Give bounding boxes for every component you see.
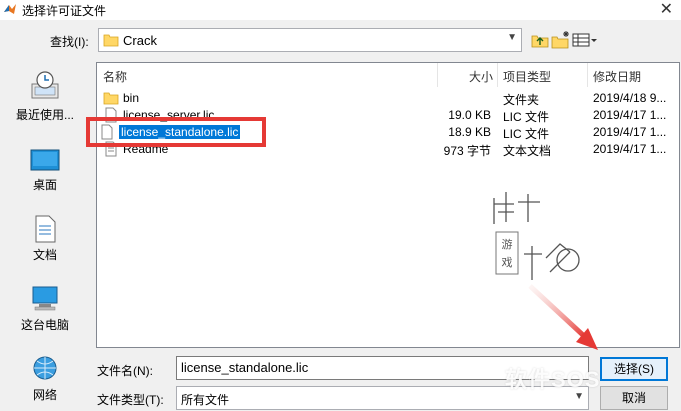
place-label: 文档 — [32, 248, 57, 262]
place-label: 最近使用... — [15, 108, 74, 122]
computer-icon — [32, 286, 58, 311]
watermark-logo: 游 戏 — [493, 192, 580, 280]
column-divider — [587, 63, 588, 87]
network-icon — [33, 356, 57, 380]
file-type: LIC 文件 — [503, 110, 550, 124]
lookin-label: 查找(I): — [50, 35, 89, 49]
site-watermark: 软件SOS — [505, 367, 601, 392]
view-menu-icon[interactable] — [572, 30, 598, 50]
column-divider — [437, 63, 438, 87]
file-size: 973 字节 — [443, 144, 491, 158]
place-label: 网络 — [32, 388, 57, 402]
watermark-char: 游 — [502, 238, 513, 251]
column-divider — [497, 63, 498, 87]
watermark-char: 戏 — [502, 256, 513, 269]
file-type: 文件夹 — [503, 93, 540, 107]
filename-label: 文件名(N): — [97, 364, 153, 378]
column-header-name[interactable]: 名称 — [103, 68, 127, 85]
column-header-size[interactable]: 大小 — [469, 68, 493, 85]
up-folder-icon[interactable] — [531, 30, 549, 50]
column-header-date[interactable]: 修改日期 — [593, 68, 641, 85]
column-header-type[interactable]: 项目类型 — [503, 68, 551, 85]
file-type: 文本文档 — [503, 144, 552, 158]
chevron-down-icon[interactable]: ▼ — [507, 32, 517, 43]
filetype-label: 文件类型(T): — [97, 393, 164, 407]
annotation-arrow — [528, 284, 598, 350]
file-date: 2019/4/17 1... — [593, 142, 667, 156]
lookin-value: Crack — [123, 33, 157, 48]
file-date: 2019/4/18 9... — [593, 91, 667, 105]
lookin-combo[interactable]: Crack ▼ — [98, 28, 522, 52]
file-name: bin — [123, 91, 140, 105]
documents-icon — [35, 215, 56, 243]
cancel-button[interactable]: 取消 — [600, 386, 668, 410]
matlab-icon — [4, 4, 16, 14]
folder-icon — [103, 92, 119, 105]
file-date: 2019/4/17 1... — [593, 125, 667, 139]
title-bar: 选择许可证文件 ✕ — [0, 0, 681, 20]
new-folder-icon[interactable] — [551, 30, 571, 50]
file-size: 19.0 KB — [448, 108, 491, 122]
file-size: 18.9 KB — [448, 125, 491, 139]
file-date: 2019/4/17 1... — [593, 108, 667, 122]
folder-icon — [103, 34, 119, 47]
column-header-row: 名称 大小 项目类型 修改日期 — [97, 63, 679, 87]
file-type: LIC 文件 — [503, 127, 550, 141]
close-icon[interactable]: ✕ — [660, 0, 673, 18]
select-button[interactable]: 选择(S) — [600, 357, 668, 381]
desktop-icon — [30, 149, 60, 171]
file-row[interactable]: bin 文件夹 2019/4/18 9... — [97, 90, 679, 107]
places-bar: 最近使用... 桌面 文档 这台电脑 网络 — [0, 56, 90, 411]
place-label: 桌面 — [32, 178, 57, 192]
window-title: 选择许可证文件 — [22, 4, 107, 18]
recent-icon — [31, 71, 59, 99]
annotation-highlight-box — [86, 117, 266, 147]
filetype-value: 所有文件 — [181, 393, 230, 407]
place-label: 这台电脑 — [20, 318, 69, 332]
